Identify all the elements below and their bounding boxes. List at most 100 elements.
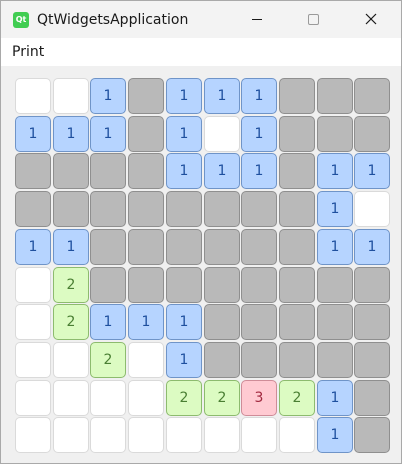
unrevealed-cell[interactable] [90,191,126,227]
unrevealed-cell[interactable] [279,78,315,114]
number-cell[interactable]: 1 [166,78,202,114]
revealed-empty-cell[interactable] [53,417,89,453]
unrevealed-cell[interactable] [354,116,390,152]
number-cell[interactable]: 1 [204,78,240,114]
number-cell[interactable]: 1 [15,116,51,152]
unrevealed-cell[interactable] [241,304,277,340]
unrevealed-cell[interactable] [90,153,126,189]
unrevealed-cell[interactable] [317,304,353,340]
unrevealed-cell[interactable] [15,191,51,227]
minimize-button[interactable] [234,1,280,38]
number-cell[interactable]: 1 [241,78,277,114]
title-bar[interactable]: Qt QtWidgetsApplication [1,1,401,38]
number-cell[interactable]: 1 [354,153,390,189]
unrevealed-cell[interactable] [128,267,164,303]
unrevealed-cell[interactable] [128,153,164,189]
number-cell[interactable]: 2 [279,380,315,416]
revealed-empty-cell[interactable] [354,191,390,227]
number-cell[interactable]: 1 [241,153,277,189]
number-cell[interactable]: 2 [90,342,126,378]
unrevealed-cell[interactable] [128,116,164,152]
number-cell[interactable]: 1 [241,116,277,152]
revealed-empty-cell[interactable] [15,267,51,303]
number-cell[interactable]: 1 [166,342,202,378]
number-cell[interactable]: 1 [15,229,51,265]
revealed-empty-cell[interactable] [90,380,126,416]
number-cell[interactable]: 1 [317,229,353,265]
unrevealed-cell[interactable] [279,267,315,303]
unrevealed-cell[interactable] [128,191,164,227]
unrevealed-cell[interactable] [53,191,89,227]
number-cell[interactable]: 1 [166,116,202,152]
revealed-empty-cell[interactable] [53,380,89,416]
revealed-empty-cell[interactable] [128,380,164,416]
menu-print[interactable]: Print [12,43,44,61]
number-cell[interactable]: 1 [317,191,353,227]
unrevealed-cell[interactable] [279,304,315,340]
unrevealed-cell[interactable] [15,153,51,189]
number-cell[interactable]: 1 [53,229,89,265]
revealed-empty-cell[interactable] [204,116,240,152]
number-cell[interactable]: 2 [53,267,89,303]
revealed-empty-cell[interactable] [15,304,51,340]
unrevealed-cell[interactable] [241,191,277,227]
revealed-empty-cell[interactable] [53,342,89,378]
unrevealed-cell[interactable] [317,342,353,378]
revealed-empty-cell[interactable] [279,417,315,453]
number-cell[interactable]: 1 [166,304,202,340]
unrevealed-cell[interactable] [166,229,202,265]
unrevealed-cell[interactable] [53,153,89,189]
unrevealed-cell[interactable] [354,78,390,114]
revealed-empty-cell[interactable] [204,417,240,453]
maximize-button[interactable] [290,1,336,38]
unrevealed-cell[interactable] [279,153,315,189]
revealed-empty-cell[interactable] [128,342,164,378]
unrevealed-cell[interactable] [354,304,390,340]
revealed-empty-cell[interactable] [241,417,277,453]
unrevealed-cell[interactable] [90,229,126,265]
number-cell[interactable]: 1 [90,78,126,114]
close-button[interactable] [348,1,394,38]
unrevealed-cell[interactable] [354,342,390,378]
number-cell[interactable]: 1 [204,153,240,189]
unrevealed-cell[interactable] [128,78,164,114]
unrevealed-cell[interactable] [354,417,390,453]
unrevealed-cell[interactable] [317,78,353,114]
revealed-empty-cell[interactable] [15,342,51,378]
unrevealed-cell[interactable] [279,342,315,378]
unrevealed-cell[interactable] [204,304,240,340]
revealed-empty-cell[interactable] [53,78,89,114]
unrevealed-cell[interactable] [354,267,390,303]
unrevealed-cell[interactable] [279,116,315,152]
unrevealed-cell[interactable] [279,191,315,227]
unrevealed-cell[interactable] [204,229,240,265]
revealed-empty-cell[interactable] [15,78,51,114]
unrevealed-cell[interactable] [241,342,277,378]
revealed-empty-cell[interactable] [90,417,126,453]
unrevealed-cell[interactable] [317,116,353,152]
revealed-empty-cell[interactable] [166,417,202,453]
number-cell[interactable]: 2 [53,304,89,340]
number-cell[interactable]: 1 [354,229,390,265]
unrevealed-cell[interactable] [279,229,315,265]
unrevealed-cell[interactable] [204,267,240,303]
unrevealed-cell[interactable] [166,191,202,227]
number-cell[interactable]: 2 [204,380,240,416]
number-cell[interactable]: 1 [90,304,126,340]
number-cell[interactable]: 1 [317,380,353,416]
number-cell[interactable]: 1 [166,153,202,189]
number-cell[interactable]: 1 [53,116,89,152]
revealed-empty-cell[interactable] [128,417,164,453]
revealed-empty-cell[interactable] [15,417,51,453]
number-cell[interactable]: 3 [241,380,277,416]
unrevealed-cell[interactable] [317,267,353,303]
unrevealed-cell[interactable] [204,342,240,378]
unrevealed-cell[interactable] [166,267,202,303]
revealed-empty-cell[interactable] [15,380,51,416]
unrevealed-cell[interactable] [354,380,390,416]
unrevealed-cell[interactable] [128,229,164,265]
unrevealed-cell[interactable] [90,267,126,303]
unrevealed-cell[interactable] [241,267,277,303]
number-cell[interactable]: 1 [90,116,126,152]
number-cell[interactable]: 2 [166,380,202,416]
